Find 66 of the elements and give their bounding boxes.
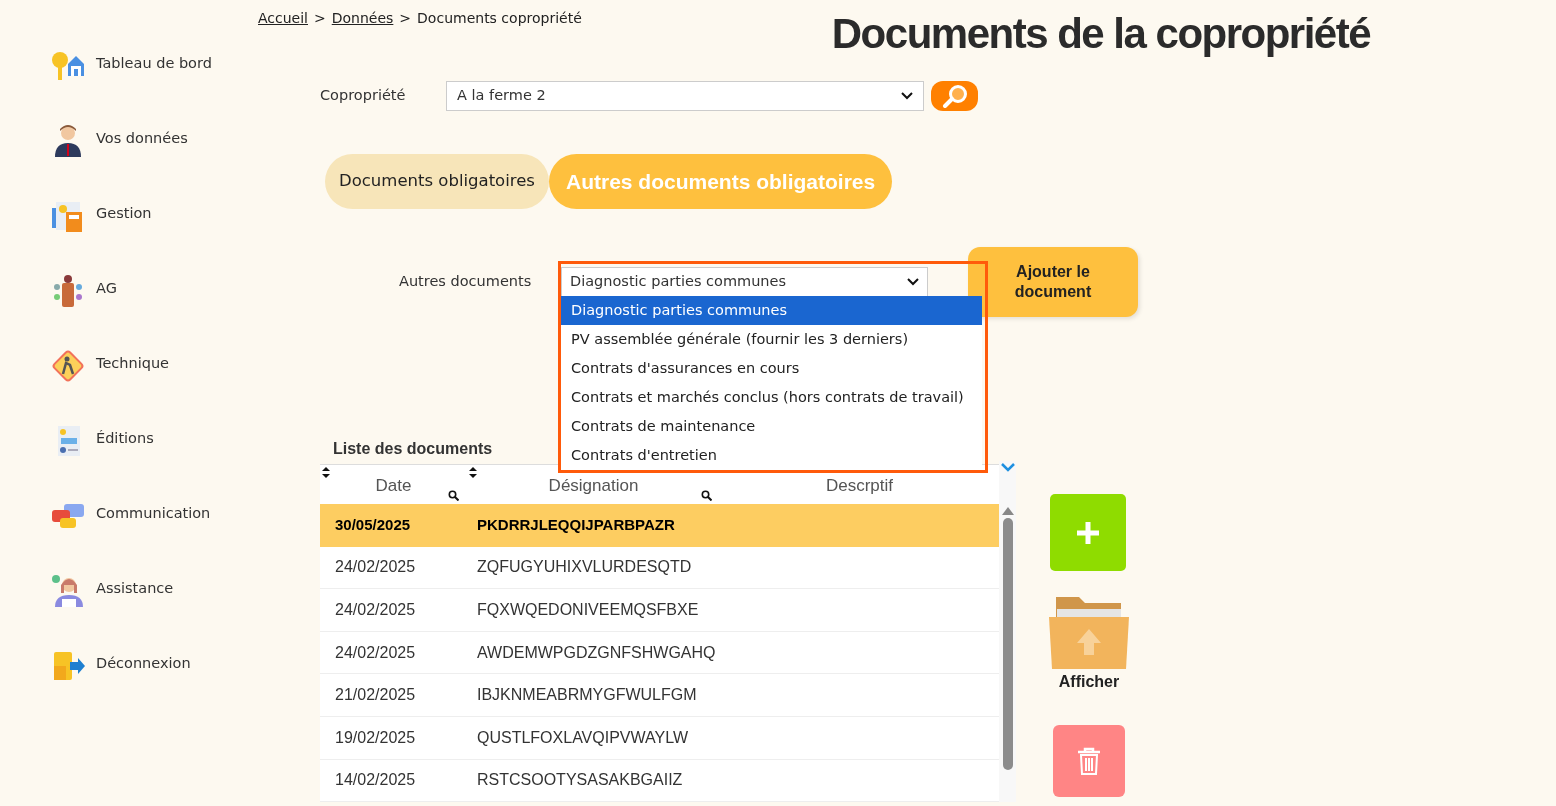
field-label: Copropriété — [320, 86, 407, 106]
table-cell-text: IBJKNMEABRMYGFWULFGM — [477, 685, 697, 706]
support-agent-icon — [50, 573, 86, 609]
table-row[interactable]: 24/02/2025 ZQFUGYUHIXVLURDESQTD — [320, 546, 1000, 590]
scrollbar[interactable] — [1002, 507, 1013, 770]
chevron-down-icon — [907, 278, 919, 286]
sidebar-item[interactable]: Communication — [96, 503, 211, 525]
dropdown-option[interactable]: Contrats de maintenance — [561, 412, 982, 441]
search-icon — [940, 84, 969, 108]
trash-icon — [1077, 747, 1101, 775]
add-document-button[interactable]: Ajouter le document — [968, 247, 1138, 317]
table-row[interactable]: 21/02/2025 IBJKNMEABRMYGFWULFGM — [320, 674, 1000, 717]
table-row[interactable]: 24/02/2025 AWDEMWPGDZGNFSHWGAHQ — [320, 631, 1000, 675]
table-cell-text: RSTCSOOTYSASAKBGAIIZ — [477, 770, 683, 791]
search-icon[interactable] — [448, 490, 459, 501]
copropriete-select[interactable]: A la ferme 2 — [446, 81, 924, 111]
table-cell-text: 21/02/2025 — [335, 685, 417, 706]
sidebar-item[interactable]: Tableau de bord — [96, 53, 212, 75]
table-cell-text: QUSTLFOXLAVQIPVWAYLW — [477, 727, 688, 748]
dropdown-option[interactable]: Contrats et marchés conclus (hors contrats de travail) — [561, 383, 982, 412]
field-label: Autres documents — [399, 272, 533, 292]
table-row[interactable]: 30/05/2025 PKDRRJLEQQIJPARBPAZR — [320, 504, 1000, 547]
sidebar-item[interactable]: Vos données — [96, 128, 188, 150]
table-row[interactable]: 14/02/2025 RSTCSOOTYSASAKBGAIIZ — [320, 759, 1000, 803]
sort-icon[interactable] — [322, 467, 330, 478]
breadcrumb-text: Documents copropriété — [417, 9, 582, 28]
breadcrumb-text: > — [399, 9, 412, 28]
show-button[interactable]: Afficher — [1049, 593, 1129, 694]
tab[interactable]: Documents obligatoires — [325, 154, 549, 209]
document-type-select[interactable]: Diagnostic parties communes — [561, 267, 928, 297]
delete-button[interactable] — [1053, 725, 1125, 797]
plus-icon — [1075, 519, 1101, 546]
table-cell-text: PKDRRJLEQQIJPARBPAZR — [477, 515, 675, 536]
table-cell-text: 24/02/2025 — [335, 642, 417, 663]
search-icon[interactable] — [701, 490, 712, 501]
column-header[interactable]: Date — [320, 465, 467, 504]
section-title: Liste des documents — [333, 439, 493, 459]
table-row[interactable]: 19/02/2025 QUSTLFOXLAVQIPVWAYLW — [320, 716, 1000, 760]
sidebar-item[interactable]: Assistance — [96, 578, 174, 600]
table-cell-text: AWDEMWPGDZGNFSHWGAHQ — [477, 642, 716, 663]
chevron-down-icon[interactable] — [1000, 463, 1015, 472]
table-cell-text: 14/02/2025 — [335, 770, 417, 791]
sidebar-item[interactable]: Éditions — [96, 428, 154, 450]
dropdown-option[interactable]: PV assemblée générale (fournir les 3 derniers) — [561, 325, 982, 354]
sort-icon[interactable] — [469, 467, 477, 478]
page-title: Documents de la copropriété — [831, 10, 1371, 58]
add-button[interactable] — [1050, 494, 1126, 571]
sidebar-item[interactable]: Technique — [96, 353, 169, 375]
table-cell-text: 24/02/2025 — [335, 600, 417, 620]
table-cell-text: FQXWQEDONIVEEMQSFBXE — [477, 600, 699, 620]
table-cell-text: 19/02/2025 — [335, 727, 417, 748]
table-cell-text: 24/02/2025 — [335, 557, 417, 578]
search-button[interactable] — [931, 81, 978, 111]
chevron-down-icon — [901, 92, 913, 100]
sidebar-item[interactable]: AG — [96, 278, 117, 300]
sidebar-item[interactable]: Déconnexion — [96, 653, 191, 675]
dropdown-option[interactable]: Diagnostic parties communes — [561, 296, 982, 325]
sidebar-item[interactable]: Gestion — [96, 203, 152, 225]
breadcrumb-text: > — [314, 9, 326, 28]
breadcrumb-link[interactable]: Accueil — [258, 8, 308, 29]
scroll-up-icon[interactable] — [1001, 507, 1014, 515]
dropdown-option[interactable]: Contrats d'assurances en cours — [561, 354, 982, 383]
table-cell-text: 30/05/2025 — [335, 515, 412, 536]
table-cell-text: ZQFUGYUHIXVLURDESQTD — [477, 557, 692, 578]
table-row[interactable]: 24/02/2025 FQXWQEDONIVEEMQSFBXE — [320, 589, 1000, 632]
breadcrumb-link[interactable]: Données — [331, 8, 394, 29]
